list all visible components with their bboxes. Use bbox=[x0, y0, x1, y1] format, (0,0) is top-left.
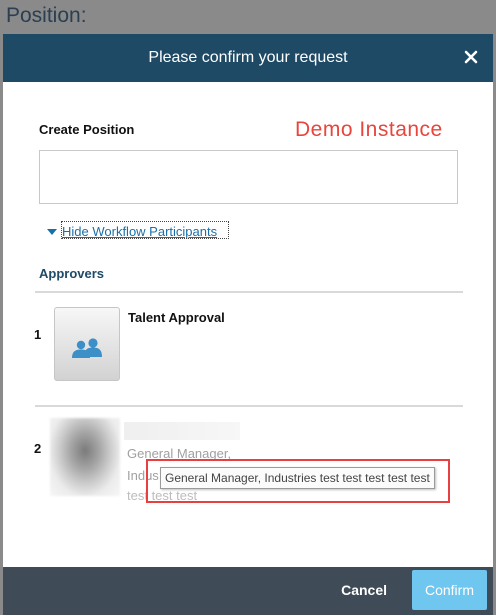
divider bbox=[35, 291, 463, 293]
focus-outline bbox=[61, 221, 229, 239]
cancel-button[interactable]: Cancel bbox=[341, 582, 387, 598]
comment-textarea[interactable] bbox=[39, 150, 458, 204]
demo-instance-label: Demo Instance bbox=[295, 118, 443, 141]
talent-approval-title: Talent Approval bbox=[128, 310, 225, 325]
blurred-approver-name bbox=[124, 422, 240, 440]
dialog-title: Please confirm your request bbox=[148, 49, 348, 66]
background-page-title: Position: bbox=[6, 4, 87, 27]
step-number: 1 bbox=[34, 327, 42, 342]
caret-down-icon bbox=[47, 229, 57, 235]
annotation-highlight-box bbox=[146, 459, 450, 503]
create-position-label: Create Position bbox=[39, 122, 135, 137]
person-avatar bbox=[50, 418, 120, 496]
group-avatar bbox=[54, 307, 120, 381]
approvers-heading: Approvers bbox=[39, 266, 105, 281]
close-button[interactable] bbox=[461, 47, 481, 67]
close-icon bbox=[464, 50, 478, 64]
dialog-footer: Cancel Confirm bbox=[3, 567, 493, 615]
confirm-button[interactable]: Confirm bbox=[412, 570, 487, 610]
group-users-icon bbox=[72, 338, 102, 358]
step-number: 2 bbox=[34, 441, 42, 456]
dialog-header: Please confirm your request bbox=[3, 34, 493, 82]
divider bbox=[35, 405, 463, 407]
confirm-dialog: Please confirm your request Demo Instanc… bbox=[3, 34, 493, 615]
